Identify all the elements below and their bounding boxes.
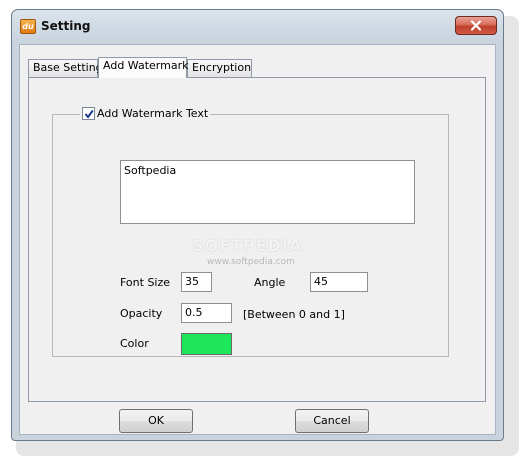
softpedia-watermark: SOFTPEDIA [192, 236, 303, 255]
angle-input[interactable]: 45 [310, 272, 368, 292]
title-bar[interactable]: du Setting [12, 10, 503, 44]
tab-base-setting[interactable]: Base Setting [28, 59, 103, 77]
font-size-label: Font Size [120, 276, 171, 289]
color-label: Color [120, 337, 149, 350]
cancel-button[interactable]: Cancel [295, 409, 369, 433]
watermark-groupbox: Add Watermark Text Softpedia SOFTPEDIA w… [52, 107, 449, 357]
opacity-input[interactable]: 0.5 [181, 303, 232, 323]
setting-dialog: du Setting Base Setting Add Watermark En… [11, 9, 504, 441]
checkmark-icon [84, 109, 94, 119]
tab-add-watermark[interactable]: Add Watermark [98, 57, 188, 78]
opacity-label: Opacity [120, 307, 163, 320]
tab-panel-add-watermark: Add Watermark Text Softpedia SOFTPEDIA w… [28, 77, 486, 402]
add-watermark-label: Add Watermark Text [97, 107, 209, 120]
tab-encryption[interactable]: Encryption [187, 59, 252, 77]
close-button[interactable] [455, 16, 497, 35]
ok-button[interactable]: OK [119, 409, 193, 433]
app-icon: du [20, 19, 36, 34]
add-watermark-checkbox[interactable] [82, 107, 95, 120]
watermark-text-input[interactable]: Softpedia [120, 160, 415, 224]
opacity-hint: [Between 0 and 1] [243, 308, 345, 321]
angle-label: Angle [254, 276, 286, 289]
color-swatch[interactable] [181, 333, 232, 355]
window-title: Setting [41, 19, 91, 33]
dialog-body: Base Setting Add Watermark Encryption Ad… [19, 44, 496, 435]
close-icon [470, 20, 482, 31]
softpedia-watermark-url: www.softpedia.com [207, 257, 295, 267]
add-watermark-checkbox-row[interactable]: Add Watermark Text [80, 107, 211, 120]
font-size-input[interactable]: 35 [181, 272, 212, 292]
